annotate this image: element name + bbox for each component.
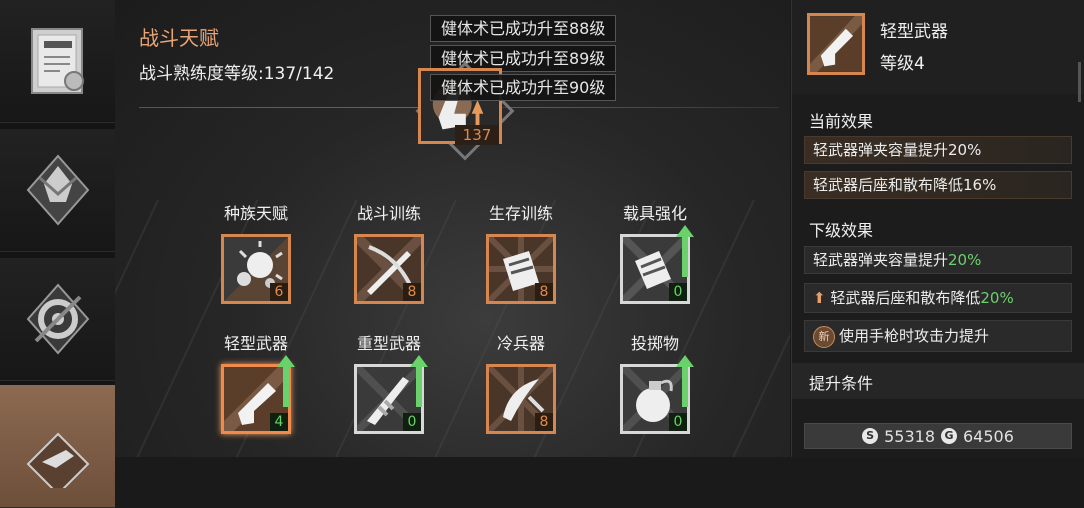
skill-heavy-weapons[interactable]: 重型武器 0	[334, 330, 444, 450]
skill-throwables[interactable]: 投掷物 0	[600, 330, 710, 450]
increase-arrow-icon: ⬆	[813, 289, 826, 307]
notification-toast: 健体术已成功升至88级	[430, 15, 617, 42]
gear-emblem-icon	[26, 283, 89, 355]
gold-cost: 64506	[963, 426, 1014, 446]
skill-level: 0	[669, 283, 687, 301]
skill-level: 8	[403, 283, 421, 301]
skill-label: 种族天赋	[223, 204, 288, 223]
combat-talent-panel: 战斗天赋 战斗熟练度等级:137/142 健体术已成功升至88级 健体术已成功升…	[115, 0, 790, 457]
page-title: 战斗天赋	[139, 26, 219, 50]
skill-icon-frame[interactable]: 6	[221, 234, 291, 304]
next-effect-title: 下级效果	[809, 221, 874, 240]
sidebar-tab-weapon[interactable]	[0, 385, 115, 508]
requirement-title: 提升条件	[809, 374, 874, 393]
detail-skill-name: 轻型武器	[880, 22, 948, 42]
next-effect-text: 轻武器后座和散布降低	[830, 289, 981, 307]
trade-certificate-icon	[30, 28, 84, 94]
sidebar-tab-talent[interactable]	[0, 129, 115, 252]
next-effect-value: 20%	[980, 289, 1014, 307]
skill-vehicle-enhancement[interactable]: 载具强化 0	[600, 200, 710, 320]
skill-melee-weapons[interactable]: 冷兵器 8	[466, 330, 576, 450]
upgrade-arrow-icon	[410, 355, 428, 407]
skill-label: 投掷物	[630, 334, 679, 353]
next-effect-value: 20%	[948, 251, 982, 269]
skill-icon-frame[interactable]: 8	[486, 234, 556, 304]
talent-emblem-icon	[26, 154, 89, 226]
skill-level: 0	[403, 413, 421, 431]
skill-icon-frame[interactable]: 8	[486, 364, 556, 434]
skill-label: 冷兵器	[496, 334, 545, 353]
sidebar-tab-trade[interactable]	[0, 0, 115, 123]
category-sidebar	[0, 0, 116, 508]
detail-skill-icon	[807, 13, 865, 75]
notification-toast: 健体术已成功升至90级	[430, 74, 617, 101]
upgrade-arrow-icon	[676, 355, 694, 407]
skill-detail-panel: 轻型武器 等级4 当前效果 轻武器弹夹容量提升20% 轻武器后座和散布降低16%…	[791, 0, 1084, 457]
skill-label: 轻型武器	[223, 334, 288, 353]
skill-race-talent[interactable]: 种族天赋 6	[201, 200, 311, 320]
skill-light-weapons[interactable]: 轻型武器 4	[201, 330, 311, 450]
current-effect-row: 轻武器后座和散布降低16%	[804, 171, 1072, 199]
skill-label: 载具强化	[622, 204, 687, 223]
skill-combat-training[interactable]: 战斗训练 8	[334, 200, 444, 320]
current-effect-row: 轻武器弹夹容量提升20%	[804, 136, 1072, 164]
silver-coin-icon: S	[862, 428, 879, 444]
skill-level: 6	[270, 283, 288, 301]
next-effect-row: 轻武器弹夹容量提升20%	[804, 246, 1072, 274]
mastery-level-label: 战斗熟练度等级:137/142	[139, 64, 335, 84]
skill-icon-frame[interactable]: 8	[354, 234, 424, 304]
skill-level: 8	[535, 413, 553, 431]
skill-level: 8	[535, 283, 553, 301]
skill-survival-training[interactable]: 生存训练 8	[466, 200, 576, 320]
detail-skill-level: 等级4	[880, 54, 925, 74]
skill-level: 4	[270, 413, 288, 431]
new-badge-icon: 新	[813, 325, 835, 348]
next-effect-text: 轻武器弹夹容量提升	[813, 251, 949, 269]
pistol-icon	[810, 16, 862, 72]
weapon-tab-icon	[26, 432, 89, 488]
detail-header: 轻型武器 等级4	[792, 0, 1084, 102]
skill-label: 战斗训练	[356, 204, 421, 223]
skill-label: 生存训练	[488, 204, 553, 223]
skill-level: 0	[669, 413, 687, 431]
gold-coin-icon: G	[941, 428, 957, 444]
rank-number: 137	[455, 125, 499, 145]
upgrade-arrow-icon	[676, 225, 694, 277]
next-effect-row: ⬆ 轻武器后座和散布降低20%	[804, 283, 1072, 313]
upgrade-cost-bar[interactable]: S 55318 G 64506	[804, 423, 1072, 449]
next-effect-text: 使用手枪时攻击力提升	[839, 327, 990, 345]
skill-label: 重型武器	[356, 334, 421, 353]
next-effect-row: 新使用手枪时攻击力提升	[804, 320, 1072, 352]
detail-scrollbar[interactable]	[1078, 62, 1081, 102]
current-effect-title: 当前效果	[809, 112, 874, 131]
upgrade-arrow-icon	[277, 355, 295, 407]
silver-cost: 55318	[884, 426, 935, 446]
sidebar-tab-gear[interactable]	[0, 258, 115, 381]
